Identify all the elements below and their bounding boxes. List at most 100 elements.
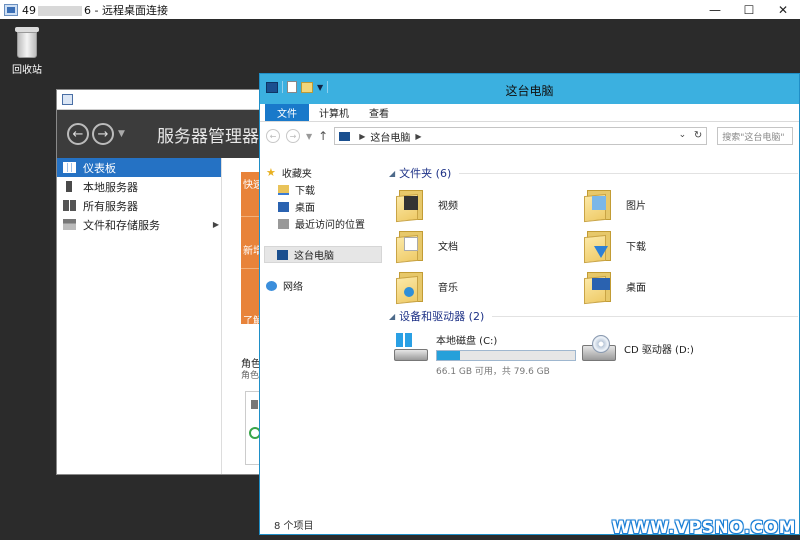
- rdp-titlebar: 49 6 - 远程桌面连接 — ☐ ✕: [0, 0, 800, 19]
- video-folder-icon: [396, 187, 428, 223]
- nav-favorites[interactable]: ★ 收藏夹: [266, 164, 382, 181]
- desktop-folder-icon: [584, 269, 616, 305]
- music-folder-icon: [396, 269, 428, 305]
- recent-locations-dropdown[interactable]: ▼: [306, 132, 312, 141]
- drive-free-space: 66.1 GB 可用，共 79.6 GB: [436, 367, 550, 377]
- folder-pictures[interactable]: 图片: [574, 184, 754, 224]
- folder-music[interactable]: 音乐: [386, 266, 566, 306]
- nav-network[interactable]: 网络: [266, 277, 382, 294]
- chevron-down-icon[interactable]: ◢: [389, 169, 395, 178]
- nav-recent[interactable]: 最近访问的位置: [266, 215, 382, 232]
- forward-button[interactable]: →: [286, 129, 300, 143]
- sidebar-item-dashboard[interactable]: 仪表板: [57, 158, 221, 177]
- nav-label: 最近访问的位置: [295, 220, 365, 231]
- divider: [459, 172, 798, 174]
- disk-usage-fill: [437, 351, 461, 360]
- nav-label: 网络: [283, 282, 303, 293]
- drive-c[interactable]: 本地磁盘 (C:) 66.1 GB 可用，共 79.6 GB: [386, 331, 576, 377]
- breadcrumb[interactable]: 这台电脑: [370, 129, 410, 144]
- divider: [221, 158, 222, 474]
- server-manager-header: ← → ▼ 服务器管理器: [57, 110, 267, 158]
- redacted-address: [38, 5, 82, 16]
- recycle-bin-shortcut[interactable]: 回收站: [6, 25, 48, 76]
- explorer-content: ◢ 文件夹 (6) 视频 图片 文档 下载 音乐 桌面 ◢ 设备和驱动器 (2)…: [386, 164, 798, 504]
- close-button[interactable]: ✕: [766, 0, 800, 19]
- folder-videos[interactable]: 视频: [386, 184, 566, 224]
- downloads-folder-icon: [584, 228, 616, 264]
- forward-button[interactable]: →: [92, 123, 114, 145]
- disk-usage-bar: [436, 350, 576, 361]
- back-button[interactable]: ←: [266, 129, 280, 143]
- server-manager-window[interactable]: ← → ▼ 服务器管理器 仪表板 本地服务器 所有服务器 文件和存储服务 ▶ 快…: [56, 89, 269, 475]
- folder-documents[interactable]: 文档: [386, 225, 566, 265]
- file-explorer-window[interactable]: ▼ 这台电脑 文件 计算机 查看 ← → ▼ ↑ ▶ 这台电脑 ▶ ⌄ ↻ 搜索…: [259, 73, 800, 535]
- chevron-right-icon[interactable]: ▶: [359, 132, 365, 141]
- network-icon: [266, 280, 277, 291]
- tab-view[interactable]: 查看: [359, 103, 399, 121]
- chevron-down-icon[interactable]: ⌄: [679, 130, 687, 140]
- nav-desktop[interactable]: 桌面: [266, 198, 382, 215]
- address-bar[interactable]: ▶ 这台电脑 ▶ ⌄ ↻: [334, 127, 708, 145]
- nav-label: 这台电脑: [294, 251, 334, 262]
- nav-this-pc[interactable]: 这台电脑: [264, 246, 382, 263]
- server-manager-title: 服务器管理器: [157, 127, 259, 147]
- server-manager-sidebar: 仪表板 本地服务器 所有服务器 文件和存储服务 ▶: [57, 158, 221, 474]
- local-disk-icon: [394, 331, 428, 365]
- downloads-icon: [278, 184, 289, 195]
- storage-icon: [63, 219, 76, 230]
- remote-desktop-icon: [4, 3, 18, 16]
- devices-group-header[interactable]: ◢ 设备和驱动器 (2): [386, 307, 798, 325]
- folder-label: 文档: [438, 241, 458, 253]
- server-manager-titlebar: [57, 90, 267, 110]
- address-row: ← → ▼ ↑ ▶ 这台电脑 ▶ ⌄ ↻ 搜索"这台电脑": [260, 122, 799, 151]
- server-manager-icon: [62, 94, 73, 105]
- back-button[interactable]: ←: [67, 123, 89, 145]
- chevron-right-icon[interactable]: ▶: [415, 132, 421, 141]
- desktop-icon: [278, 201, 289, 212]
- site-watermark: WWW.VPSNO.COM: [608, 516, 800, 540]
- navigation-pane: ★ 收藏夹 下载 桌面 最近访问的位置 这台电脑 网络: [264, 164, 382, 504]
- sidebar-item-file-storage[interactable]: 文件和存储服务 ▶: [57, 215, 221, 234]
- tab-computer[interactable]: 计算机: [309, 103, 359, 121]
- folder-tiles: 视频 图片 文档 下载 音乐 桌面: [386, 182, 798, 307]
- drive-info: CD 驱动器 (D:): [624, 331, 694, 356]
- remote-desktop: 回收站 ← → ▼ 服务器管理器 仪表板 本地服务器 所有服务器 文件和存储服务…: [0, 19, 800, 540]
- folder-label: 视频: [438, 200, 458, 212]
- computer-icon: [339, 131, 351, 141]
- minimize-button[interactable]: —: [698, 0, 732, 19]
- drive-label: 本地磁盘 (C:): [436, 336, 498, 347]
- chevron-down-icon[interactable]: ▼: [118, 129, 125, 145]
- tab-file[interactable]: 文件: [265, 103, 309, 121]
- folders-group-header[interactable]: ◢ 文件夹 (6): [386, 164, 798, 182]
- nav-downloads[interactable]: 下载: [266, 181, 382, 198]
- sidebar-item-label: 文件和存储服务: [83, 218, 160, 232]
- maximize-button[interactable]: ☐: [732, 0, 766, 19]
- up-arrow-icon[interactable]: ↑: [318, 129, 328, 143]
- rdp-title-prefix: 49: [22, 3, 36, 17]
- drive-d[interactable]: CD 驱动器 (D:): [574, 331, 694, 365]
- folder-label: 桌面: [626, 282, 646, 294]
- pictures-folder-icon: [584, 187, 616, 223]
- chevron-right-icon: ▶: [212, 220, 219, 229]
- rdp-title-suffix: 6 - 远程桌面连接: [84, 3, 168, 17]
- explorer-titlebar: ▼ 这台电脑: [260, 74, 799, 104]
- sidebar-item-label: 本地服务器: [83, 180, 138, 194]
- group-title: 文件夹 (6): [399, 167, 452, 180]
- rdp-window-title: 49 6 - 远程桌面连接: [22, 2, 168, 18]
- server-manager-nav-buttons: ← → ▼: [67, 123, 125, 145]
- drive-tiles: 本地磁盘 (C:) 66.1 GB 可用，共 79.6 GB CD 驱动器 (D…: [386, 325, 798, 385]
- documents-folder-icon: [396, 228, 428, 264]
- search-input[interactable]: 搜索"这台电脑": [717, 127, 793, 145]
- folder-downloads[interactable]: 下载: [574, 225, 754, 265]
- sidebar-item-local-server[interactable]: 本地服务器: [57, 177, 221, 196]
- recycle-bin-icon: [14, 25, 40, 59]
- drive-label: CD 驱动器 (D:): [624, 345, 694, 356]
- folder-desktop[interactable]: 桌面: [574, 266, 754, 306]
- sidebar-item-all-servers[interactable]: 所有服务器: [57, 196, 221, 215]
- servers-icon: [63, 200, 76, 211]
- recent-places-icon: [278, 218, 289, 229]
- folder-label: 图片: [626, 200, 646, 212]
- star-icon: ★: [266, 166, 276, 179]
- refresh-icon[interactable]: ↻: [694, 130, 702, 141]
- chevron-down-icon[interactable]: ◢: [389, 312, 395, 321]
